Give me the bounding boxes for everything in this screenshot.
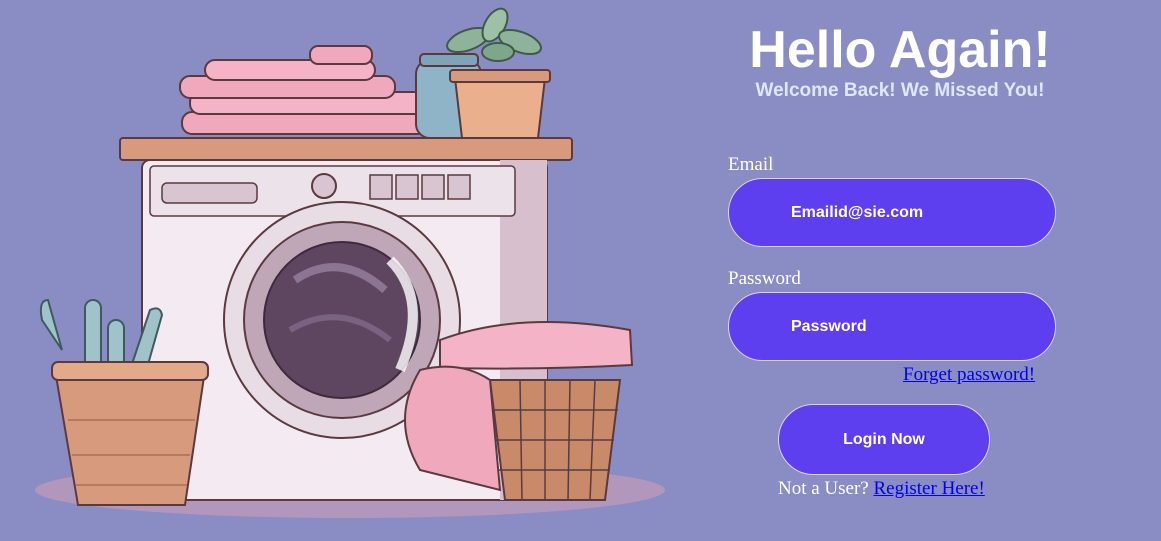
register-link[interactable]: Register Here! <box>874 478 985 499</box>
email-field-value: Emailid@sie.com <box>791 203 924 221</box>
register-prompt: Not a User? <box>778 478 869 499</box>
page-title: Hello Again! <box>749 21 1051 79</box>
password-label: Password <box>728 268 801 289</box>
register-row: Not a User? Register Here! <box>778 478 985 500</box>
email-label: Email <box>728 154 774 175</box>
login-panel: Hello Again! Welcome Back! We Missed You… <box>700 0 1100 541</box>
email-field[interactable]: Emailid@sie.com <box>728 178 1056 247</box>
page-subtitle: Welcome Back! We Missed You! <box>755 80 1045 101</box>
password-field[interactable]: Password <box>728 292 1056 361</box>
washing-machine-illustration <box>20 0 670 541</box>
password-field-value: Password <box>791 317 867 335</box>
forgot-password-link[interactable]: Forget password! <box>903 364 1035 386</box>
login-button[interactable]: Login Now <box>778 404 990 475</box>
